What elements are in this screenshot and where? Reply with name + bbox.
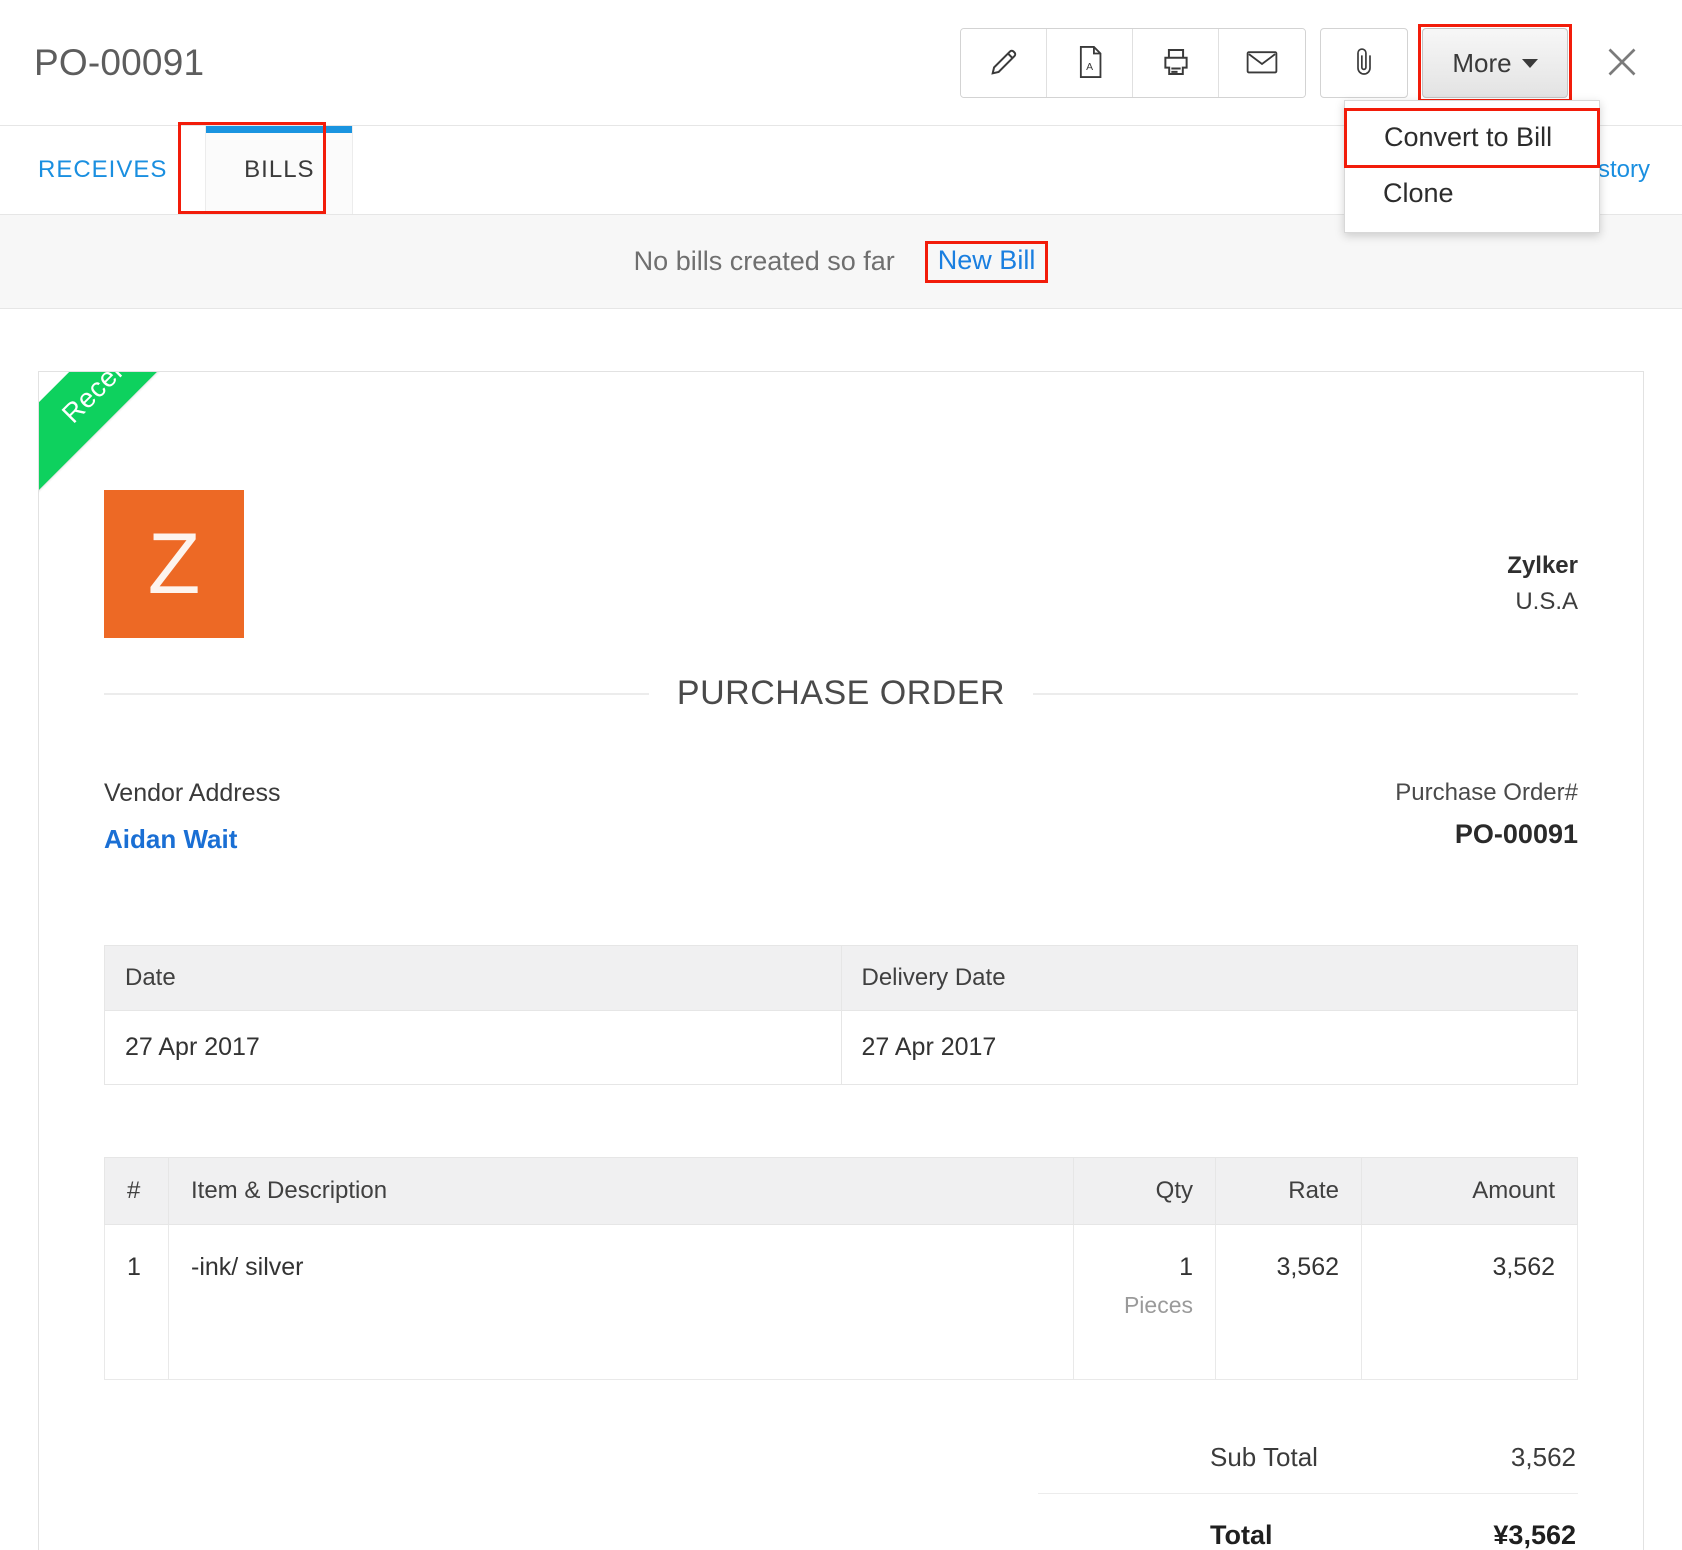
email-button[interactable] [1219,29,1305,97]
item-index: 1 [105,1225,169,1380]
document-title-row: PURCHASE ORDER [104,674,1578,713]
close-button[interactable] [1594,28,1650,98]
items-header-description: Item & Description [169,1158,1074,1225]
svg-text:A: A [1086,61,1093,72]
more-button-label: More [1452,48,1511,79]
dates-table: Date Delivery Date 27 Apr 2017 27 Apr 20… [104,945,1578,1085]
item-amount: 3,562 [1362,1225,1578,1380]
vendor-address-label: Vendor Address [104,779,281,808]
total-row: Total ¥3,562 [1038,1493,1578,1550]
subtotal-value: 3,562 [1511,1442,1576,1473]
close-icon [1602,42,1642,85]
line-items-header-row: # Item & Description Qty Rate Amount [105,1158,1578,1225]
organization-country: U.S.A [1507,588,1578,616]
attachment-button[interactable] [1320,28,1408,98]
tab-receives[interactable]: RECEIVES [0,126,205,214]
dates-header-delivery-date: Delivery Date [841,946,1578,1011]
item-qty: 1 [1096,1253,1193,1282]
totals-section: Sub Total 3,562 Total ¥3,562 [1038,1428,1578,1550]
company-logo: Z [104,490,244,638]
more-button-wrapper: More [1422,28,1568,98]
total-label: Total [1040,1520,1273,1550]
document-title: PURCHASE ORDER [677,674,1005,713]
document-header: Z Zylker U.S.A [104,372,1578,638]
edit-button[interactable] [961,29,1047,97]
vendor-address-block: Vendor Address Aidan Wait [104,779,281,855]
header-actions: A [960,28,1650,98]
line-items-table: # Item & Description Qty Rate Amount 1 -… [104,1157,1578,1380]
table-row: 1 -ink/ silver 1 Pieces 3,562 3,562 [105,1225,1578,1380]
items-header-amount: Amount [1362,1158,1578,1225]
document-body: Z Zylker U.S.A PURCHASE ORDER Vendor Add… [39,372,1643,1550]
address-and-meta-row: Vendor Address Aidan Wait Purchase Order… [104,779,1578,855]
dates-value-delivery-date: 27 Apr 2017 [841,1011,1578,1085]
page-title: PO-00091 [34,42,204,84]
document-container: Received Z Zylker U.S.A PURCHASE ORDER [0,309,1682,1550]
paperclip-icon [1350,44,1378,83]
printer-icon [1159,45,1193,82]
chevron-down-icon [1522,59,1538,68]
pdf-button[interactable]: A [1047,29,1133,97]
pencil-icon [987,45,1021,82]
items-header-rate: Rate [1216,1158,1362,1225]
dates-header-date: Date [105,946,842,1011]
menu-item-clone[interactable]: Clone [1345,166,1599,222]
more-dropdown-menu: Convert to Bill Clone [1344,100,1600,233]
item-unit: Pieces [1096,1292,1193,1319]
vendor-name-link[interactable]: Aidan Wait [104,824,281,855]
purchase-order-document: Received Z Zylker U.S.A PURCHASE ORDER [38,371,1644,1550]
purchase-order-number-block: Purchase Order# PO-00091 [1395,779,1578,855]
purchase-order-number-label: Purchase Order# [1395,779,1578,807]
dates-header-row: Date Delivery Date [105,946,1578,1011]
envelope-icon [1245,47,1279,80]
dates-value-row: 27 Apr 2017 27 Apr 2017 [105,1011,1578,1085]
organization-name: Zylker [1507,552,1578,580]
total-value: ¥3,562 [1493,1520,1576,1550]
item-rate: 3,562 [1216,1225,1362,1380]
items-header-index: # [105,1158,169,1225]
more-button[interactable]: More [1422,28,1568,98]
title-rule-right [1033,693,1578,695]
organization-info: Zylker U.S.A [1507,490,1578,616]
purchase-order-number-value: PO-00091 [1395,819,1578,850]
subtotal-label: Sub Total [1040,1442,1318,1473]
dates-value-date: 27 Apr 2017 [105,1011,842,1085]
menu-item-convert-to-bill[interactable]: Convert to Bill [1346,110,1598,166]
new-bill-button[interactable]: New Bill [925,241,1049,283]
subtotal-row: Sub Total 3,562 [1038,1428,1578,1493]
title-rule-left [104,693,649,695]
purchase-order-page: PO-00091 A [0,0,1682,1550]
print-button[interactable] [1133,29,1219,97]
item-description: -ink/ silver [169,1225,1074,1380]
items-header-qty: Qty [1074,1158,1216,1225]
item-qty-cell: 1 Pieces [1074,1225,1216,1380]
tab-bills[interactable]: BILLS [205,126,353,214]
pdf-file-icon: A [1074,45,1106,82]
toolbar-button-group: A [960,28,1306,98]
empty-state-text: No bills created so far [634,246,895,277]
